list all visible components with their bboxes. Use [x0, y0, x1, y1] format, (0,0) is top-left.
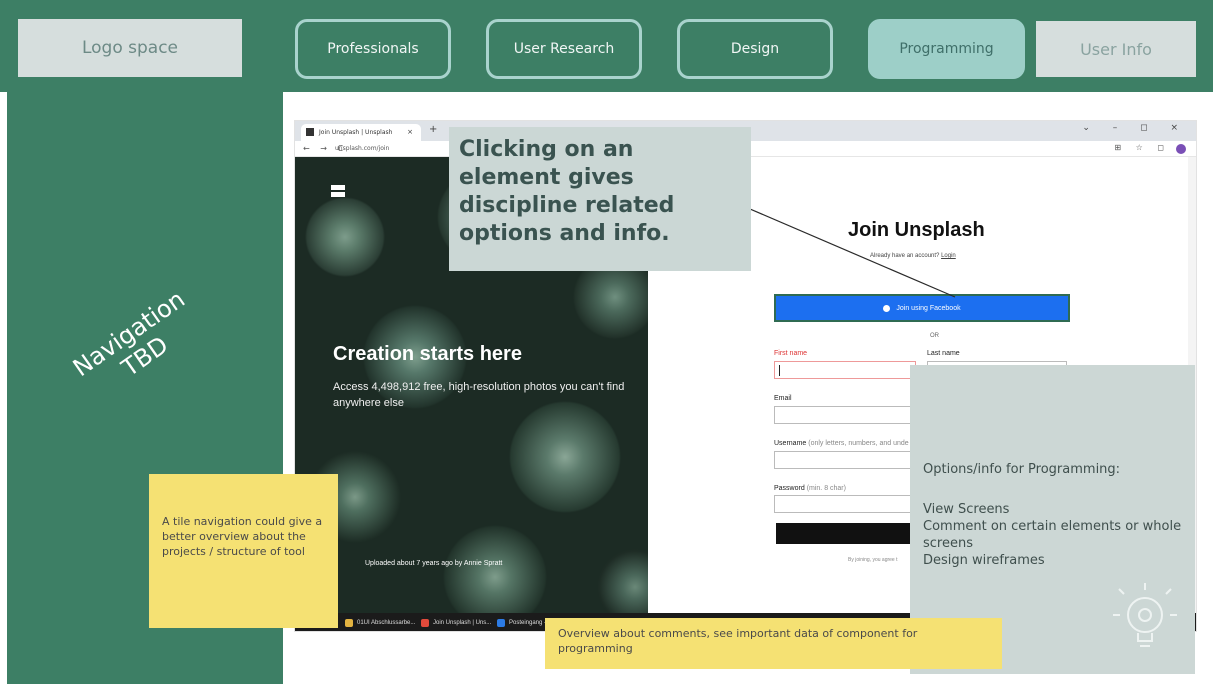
mockup-canvas: Logo space Professionals User Research D… [0, 0, 1213, 684]
sticky-note-tile-navigation: A tile navigation could give a better ov… [149, 474, 338, 628]
lightbulb-gear-icon [1113, 583, 1177, 647]
options-list: View Screens Comment on certain elements… [923, 501, 1193, 569]
option-item[interactable]: Design wireframes [923, 552, 1193, 569]
sticky-note-comments-overview: Overview about comments, see important d… [545, 618, 1002, 669]
option-item[interactable]: Comment on certain elements or whole scr… [923, 518, 1193, 552]
option-item[interactable]: View Screens [923, 501, 1193, 518]
annotation-callout: Clicking on an element gives discipline … [449, 127, 751, 271]
options-title: Options/info for Programming: [923, 462, 1121, 477]
